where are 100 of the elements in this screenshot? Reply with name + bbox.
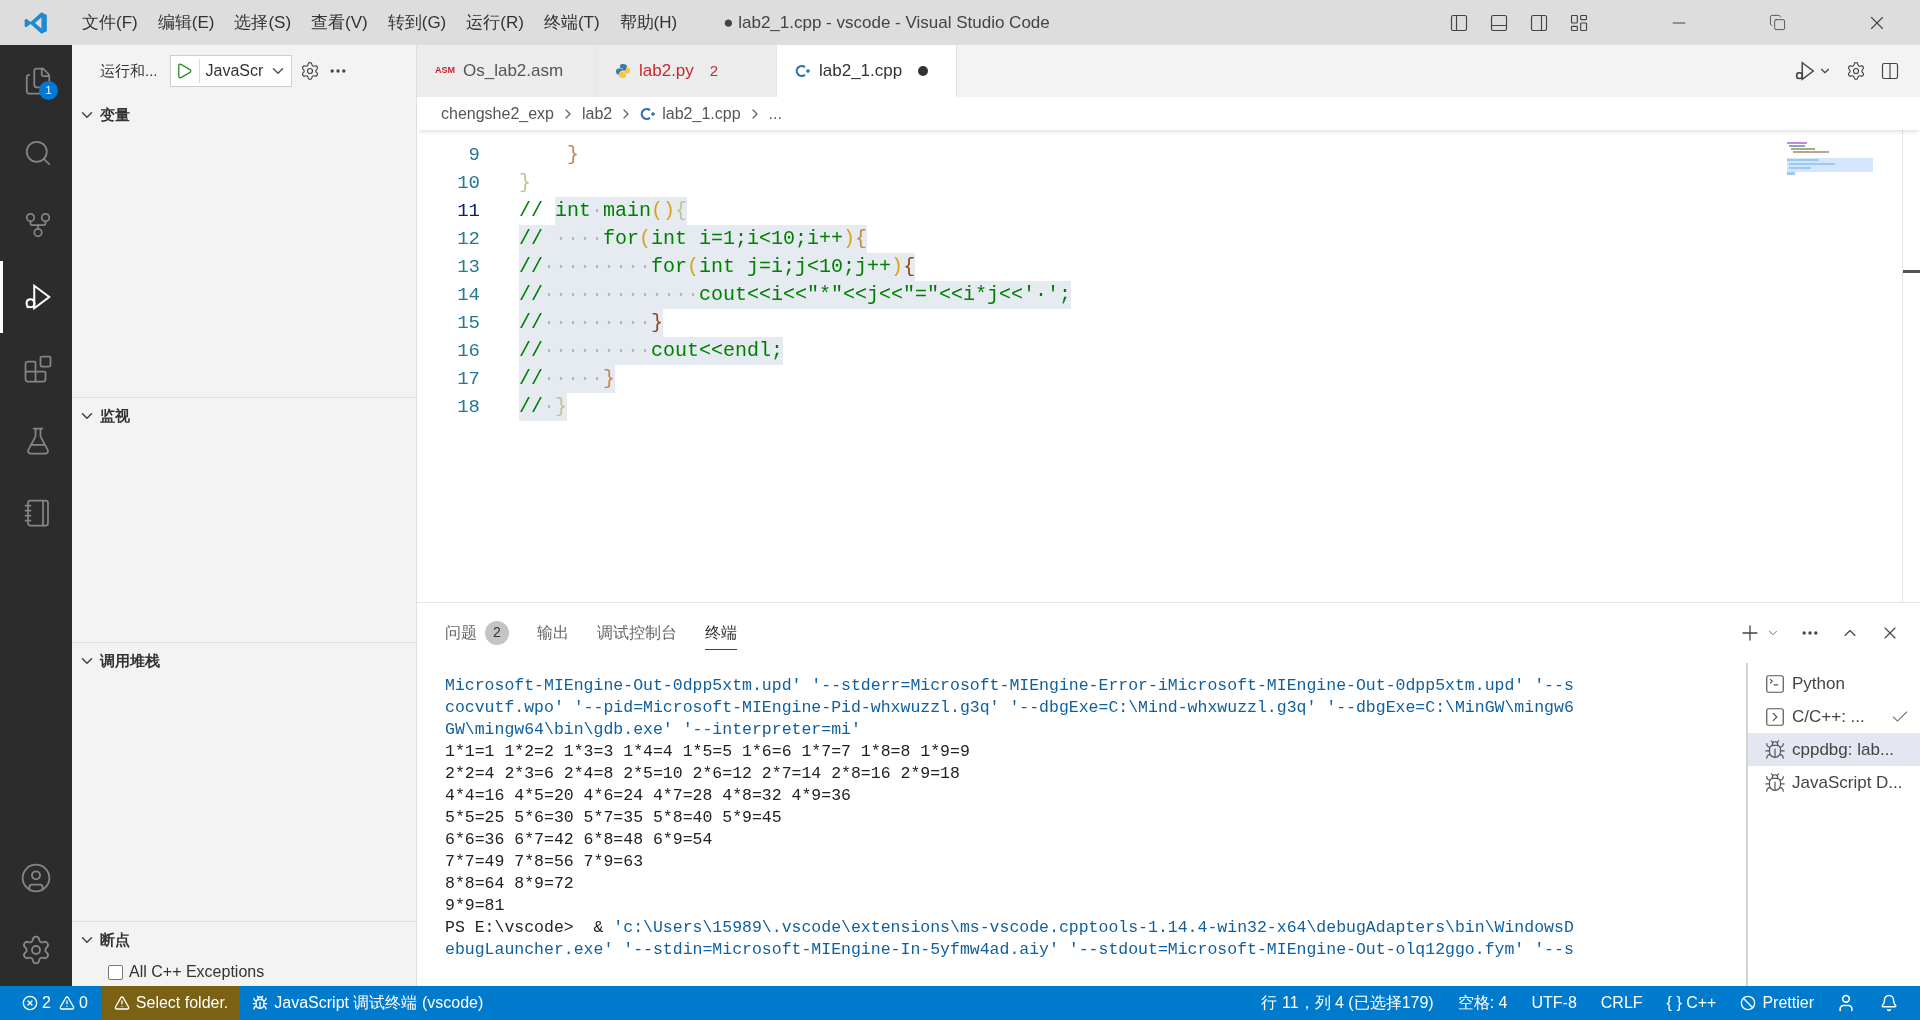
menu-item[interactable]: 帮助(H) <box>609 9 688 36</box>
toggle-panel-icon[interactable] <box>1489 12 1509 33</box>
run-debug-button[interactable] <box>1794 60 1832 82</box>
terminal-icon <box>1764 705 1786 728</box>
section-header[interactable]: 变量 <box>72 97 416 133</box>
terminal-icon <box>1764 672 1786 695</box>
code-line: // ····for(int i=1;i<10;i++){ <box>519 225 868 253</box>
bell-icon[interactable] <box>1880 994 1898 1012</box>
settings-icon[interactable] <box>300 61 321 81</box>
notification-badge: 1 <box>39 81 58 100</box>
breakpoint-label: All C++ Exceptions <box>129 962 265 982</box>
code-line: //·········} <box>519 309 664 337</box>
account-icon[interactable] <box>1836 993 1856 1013</box>
warnings-status[interactable]: 0 <box>50 991 102 1015</box>
terminal-line: Microsoft-MIEngine-Out-0dpp5xtm.upd' '--stderr=Microsoft-MIEngine-Error-iMicrosoft-MIEngine-Out-0dpp5xtm.upd' '--s <box>445 675 1575 697</box>
breadcrumb-item[interactable]: lab2 <box>582 101 613 126</box>
terminal-line: 2*2=4 2*3=6 2*4=8 2*5=10 2*6=12 2*7=14 2*8=16 2*9=18 <box>445 763 961 785</box>
bug-icon <box>1764 738 1786 761</box>
section-header[interactable]: 监视 <box>72 398 416 434</box>
errors-status[interactable]: 2 <box>0 991 51 1015</box>
editor-tab[interactable]: ASM Os_lab2.asm <box>417 45 597 97</box>
debug-terminal-status[interactable]: JavaScript 调试终端 (vscode) <box>240 991 496 1015</box>
toggle-sidebar-icon[interactable] <box>1449 12 1469 33</box>
editor-tab[interactable]: lab2.py 2 <box>597 45 777 97</box>
menu-item[interactable]: 选择(S) <box>224 9 302 36</box>
code-line: } <box>519 170 531 196</box>
split-editor-icon[interactable] <box>1880 61 1900 81</box>
warning-icon <box>58 995 75 1011</box>
terminal-list-item[interactable]: JavaScript D... <box>1748 766 1920 799</box>
terminal-line: 6*6=36 6*7=42 6*8=48 6*9=54 <box>445 829 714 851</box>
breadcrumb-item[interactable]: ... <box>768 101 782 126</box>
settings-icon[interactable] <box>20 934 52 966</box>
terminal-line: cocvutf.wpo' '--pid=Microsoft-MIEngine-Pid-whxwuzzl.g3q' '--dbgExe=C:\Mind-whxwuzzl.g3q' '--dbgExe=C:\MinGW\mingw6 <box>445 697 1575 719</box>
menu-item[interactable]: 转到(G) <box>377 9 457 36</box>
cpp-file-icon <box>795 63 811 79</box>
code-line: //·········for(int j=i;j<10;j++){ <box>519 253 916 281</box>
status-item[interactable]: 空格: 4 <box>1445 991 1520 1015</box>
window-title: ● lab2_1.cpp - vscode - Visual Studio Code <box>723 11 1050 34</box>
line-number: 17 <box>456 367 480 392</box>
code-line: //·} <box>519 393 568 421</box>
panel-tab[interactable]: 输出 <box>537 616 569 650</box>
activity-bar-item[interactable]: 1 <box>0 45 72 117</box>
status-item[interactable]: UTF-8 <box>1519 991 1589 1015</box>
code-line: //·········cout<<endl; <box>519 337 784 365</box>
terminal-line: ebugLauncher.exe' '--stdin=Microsoft-MIEngine-In-5yfmw4ad.aiy' '--stdout=Microsoft-MIEngine-Out-olq12ggo.fym' '--s <box>445 939 1575 961</box>
error-icon <box>22 995 38 1011</box>
restore-icon[interactable] <box>1769 14 1786 31</box>
line-number: 16 <box>456 339 480 364</box>
cpp-file-icon <box>640 105 657 122</box>
settings-icon[interactable] <box>1846 61 1866 81</box>
python-file-icon <box>615 63 631 79</box>
line-number: 9 <box>467 143 480 168</box>
line-number: 12 <box>456 227 480 252</box>
section-header[interactable]: 断点 <box>72 922 416 958</box>
customize-layout-icon[interactable] <box>1569 12 1589 33</box>
status-item[interactable]: CRLF <box>1588 991 1655 1015</box>
line-number: 15 <box>456 311 480 336</box>
code-line: } <box>566 142 579 168</box>
terminal-line: 4*4=16 4*5=20 4*6=24 4*7=28 4*8=32 4*9=36 <box>445 785 852 807</box>
terminal-line: 5*5=25 5*6=30 5*7=35 5*8=40 5*9=45 <box>445 807 783 829</box>
extensions-icon <box>22 354 53 384</box>
bug-icon <box>252 995 269 1011</box>
terminal-list-item[interactable]: C/C++: ... <box>1748 700 1920 733</box>
status-item[interactable]: 行 11，列 4 (已选择179) <box>1249 991 1446 1015</box>
menu-item[interactable]: 运行(R) <box>456 9 534 36</box>
panel-tab[interactable]: 终端 <box>705 616 737 650</box>
status-item[interactable]: { } C++ <box>1654 991 1729 1015</box>
menu-item[interactable]: 查看(V) <box>301 9 378 36</box>
section-header[interactable]: 调用堆栈 <box>72 643 416 679</box>
panel-tab[interactable]: 问题 2 <box>445 616 509 650</box>
terminal-line: 7*7=49 7*8=56 7*9=63 <box>445 851 645 873</box>
menu-item[interactable]: 文件(F) <box>72 9 148 36</box>
line-number: 11 <box>456 199 480 224</box>
select-folder-status[interactable]: Select folder. <box>101 986 241 1020</box>
app-logo <box>23 9 49 36</box>
menu-item[interactable]: 终端(T) <box>533 9 610 36</box>
line-number: 10 <box>456 171 480 196</box>
account-icon[interactable] <box>20 862 52 894</box>
debug-config-select[interactable]: JavaScr <box>169 55 293 87</box>
editor-tab[interactable]: lab2_1.cpp <box>777 45 957 97</box>
terminal-list-item[interactable]: Python <box>1748 667 1920 700</box>
menu-item[interactable]: 编辑(E) <box>147 9 225 36</box>
count-badge: 2 <box>485 620 509 645</box>
breadcrumb-item[interactable]: lab2_1.cpp <box>662 101 741 126</box>
warning-icon <box>113 995 130 1011</box>
terminal-line: 8*8=64 8*9=72 <box>445 873 575 895</box>
line-number: 14 <box>456 283 480 308</box>
breadcrumb-item[interactable]: chengshe2_exp <box>441 101 554 126</box>
prettier-status[interactable]: Prettier <box>1728 991 1826 1015</box>
panel-tab[interactable]: 调试控制台 <box>597 616 677 650</box>
bug-icon <box>1764 771 1786 794</box>
terminal-list-item[interactable]: cppdbg: lab... <box>1748 733 1920 766</box>
line-number: 13 <box>456 255 480 280</box>
toggle-secondary-sidebar-icon[interactable] <box>1529 12 1549 33</box>
terminal-line: PS E:\vscode> & 'c:\Users\15989\.vscode\extensions\ms-vscode.cpptools-1.14.4-win32-x64\debugAdapters\bin\WindowsD <box>445 917 1575 939</box>
terminal-line: GW\mingw64\bin\gdb.exe' '--interpreter=mi' <box>445 719 862 741</box>
checkbox[interactable] <box>108 964 123 980</box>
sidebar-title: 运行和... <box>100 60 158 81</box>
asm-file-icon: ASM <box>435 64 455 78</box>
run-debug-icon <box>1794 60 1816 82</box>
